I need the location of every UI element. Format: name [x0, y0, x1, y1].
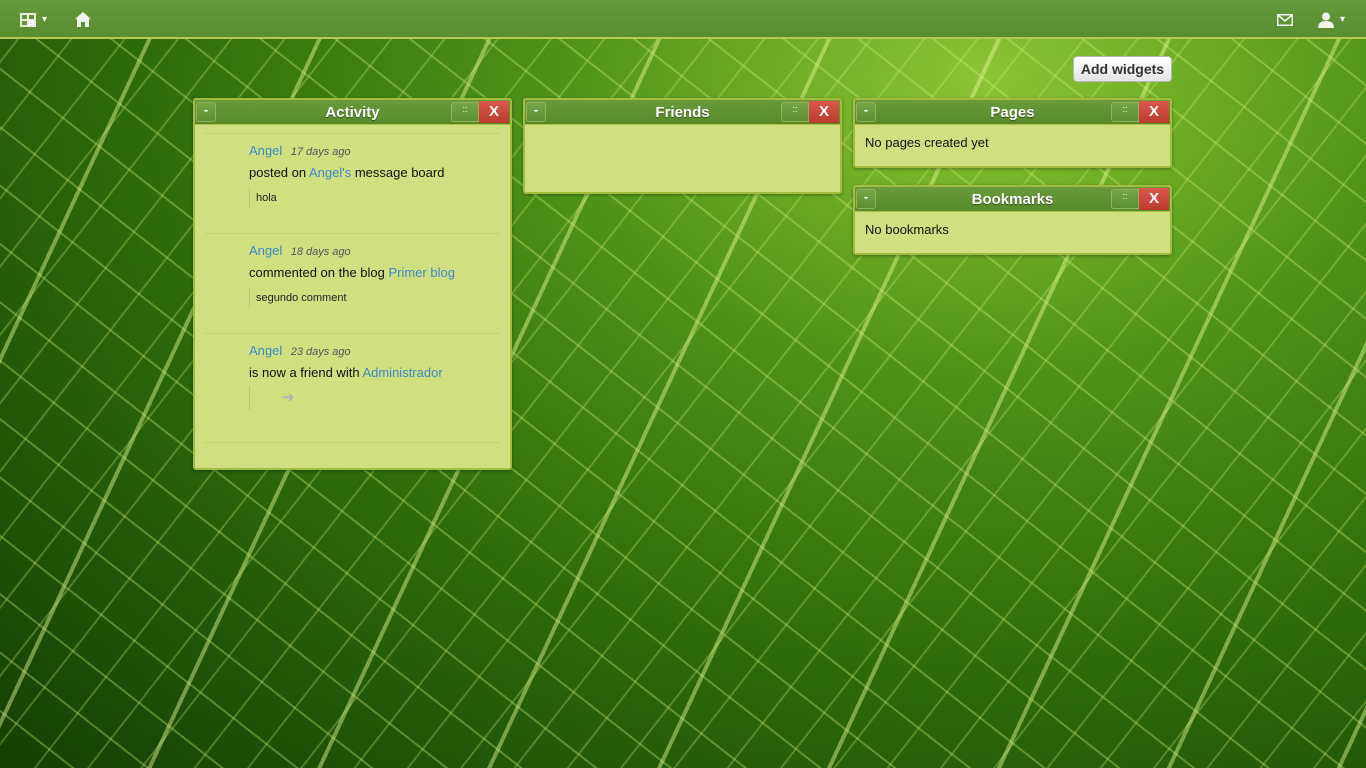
minimize-button[interactable]: - [856, 102, 876, 122]
friends-widget: Friends - :: X [523, 98, 842, 194]
activity-item: Angel 23 days ago is now a friend with A… [205, 333, 500, 443]
activity-excerpt: hola [249, 188, 500, 208]
arrow-right-icon: ➜ [249, 386, 500, 410]
activity-summary: posted on Angel's message board [249, 165, 500, 180]
dashboard-caret: ▾ [42, 14, 48, 25]
activity-excerpt: segundo comment [249, 288, 500, 308]
activity-text: commented on the blog [249, 265, 389, 280]
minimize-button[interactable]: - [196, 102, 216, 122]
activity-target-link[interactable]: Angel's [309, 165, 351, 180]
user-menu[interactable]: ▾ [1318, 0, 1345, 39]
activity-list: Angel 17 days ago posted on Angel's mess… [205, 133, 500, 443]
activity-target-link[interactable]: Administrador [362, 365, 442, 380]
activity-text: is now a friend with [249, 365, 363, 380]
activity-item: Angel 18 days ago commented on the blog … [205, 233, 500, 333]
envelope-icon [1277, 13, 1293, 26]
close-button[interactable]: X [1139, 188, 1169, 210]
activity-summary: is now a friend with Administrador [249, 365, 500, 380]
user-silhouette-icon [1318, 12, 1334, 28]
activity-timestamp: 18 days ago [290, 246, 351, 258]
bookmarks-empty-text: No bookmarks [865, 222, 949, 237]
widget-header: Friends - :: X [525, 100, 840, 125]
drag-handle[interactable]: :: [451, 102, 479, 122]
close-button[interactable]: X [479, 101, 509, 123]
widget-header: Bookmarks - :: X [855, 187, 1170, 212]
pages-empty-text: No pages created yet [865, 135, 989, 150]
widget-header: Pages - :: X [855, 100, 1170, 125]
activity-user-link[interactable]: Angel [249, 343, 282, 358]
messages-button[interactable] [1277, 0, 1293, 39]
activity-item: Angel 17 days ago posted on Angel's mess… [205, 133, 500, 233]
activity-timestamp: 23 days ago [290, 346, 351, 358]
home-button[interactable] [75, 0, 91, 39]
add-widgets-button[interactable]: Add widgets [1073, 56, 1172, 82]
drag-handle[interactable]: :: [781, 102, 809, 122]
minimize-button[interactable]: - [526, 102, 546, 122]
drag-handle[interactable]: :: [1111, 189, 1139, 209]
activity-text: message board [351, 165, 445, 180]
close-button[interactable]: X [1139, 101, 1169, 123]
activity-timestamp: 17 days ago [290, 146, 351, 158]
activity-summary: commented on the blog Primer blog [249, 265, 500, 280]
pages-widget: Pages - :: X No pages created yet [853, 98, 1172, 168]
activity-user-link[interactable]: Angel [249, 143, 282, 158]
activity-widget: Activity - :: X Angel 17 days ago posted… [193, 98, 512, 470]
minimize-button[interactable]: - [856, 189, 876, 209]
widget-header: Activity - :: X [195, 100, 510, 125]
user-caret: ▾ [1340, 14, 1346, 25]
top-bar: ▾ ▾ [0, 0, 1366, 39]
activity-user-link[interactable]: Angel [249, 243, 282, 258]
dashboard-menu[interactable]: ▾ [20, 0, 47, 39]
activity-text: posted on [249, 165, 309, 180]
activity-target-link[interactable]: Primer blog [388, 265, 454, 280]
home-icon [75, 12, 91, 27]
drag-handle[interactable]: :: [1111, 102, 1139, 122]
dashboard-grid-icon [20, 12, 36, 27]
close-button[interactable]: X [809, 101, 839, 123]
bookmarks-widget: Bookmarks - :: X No bookmarks [853, 185, 1172, 255]
